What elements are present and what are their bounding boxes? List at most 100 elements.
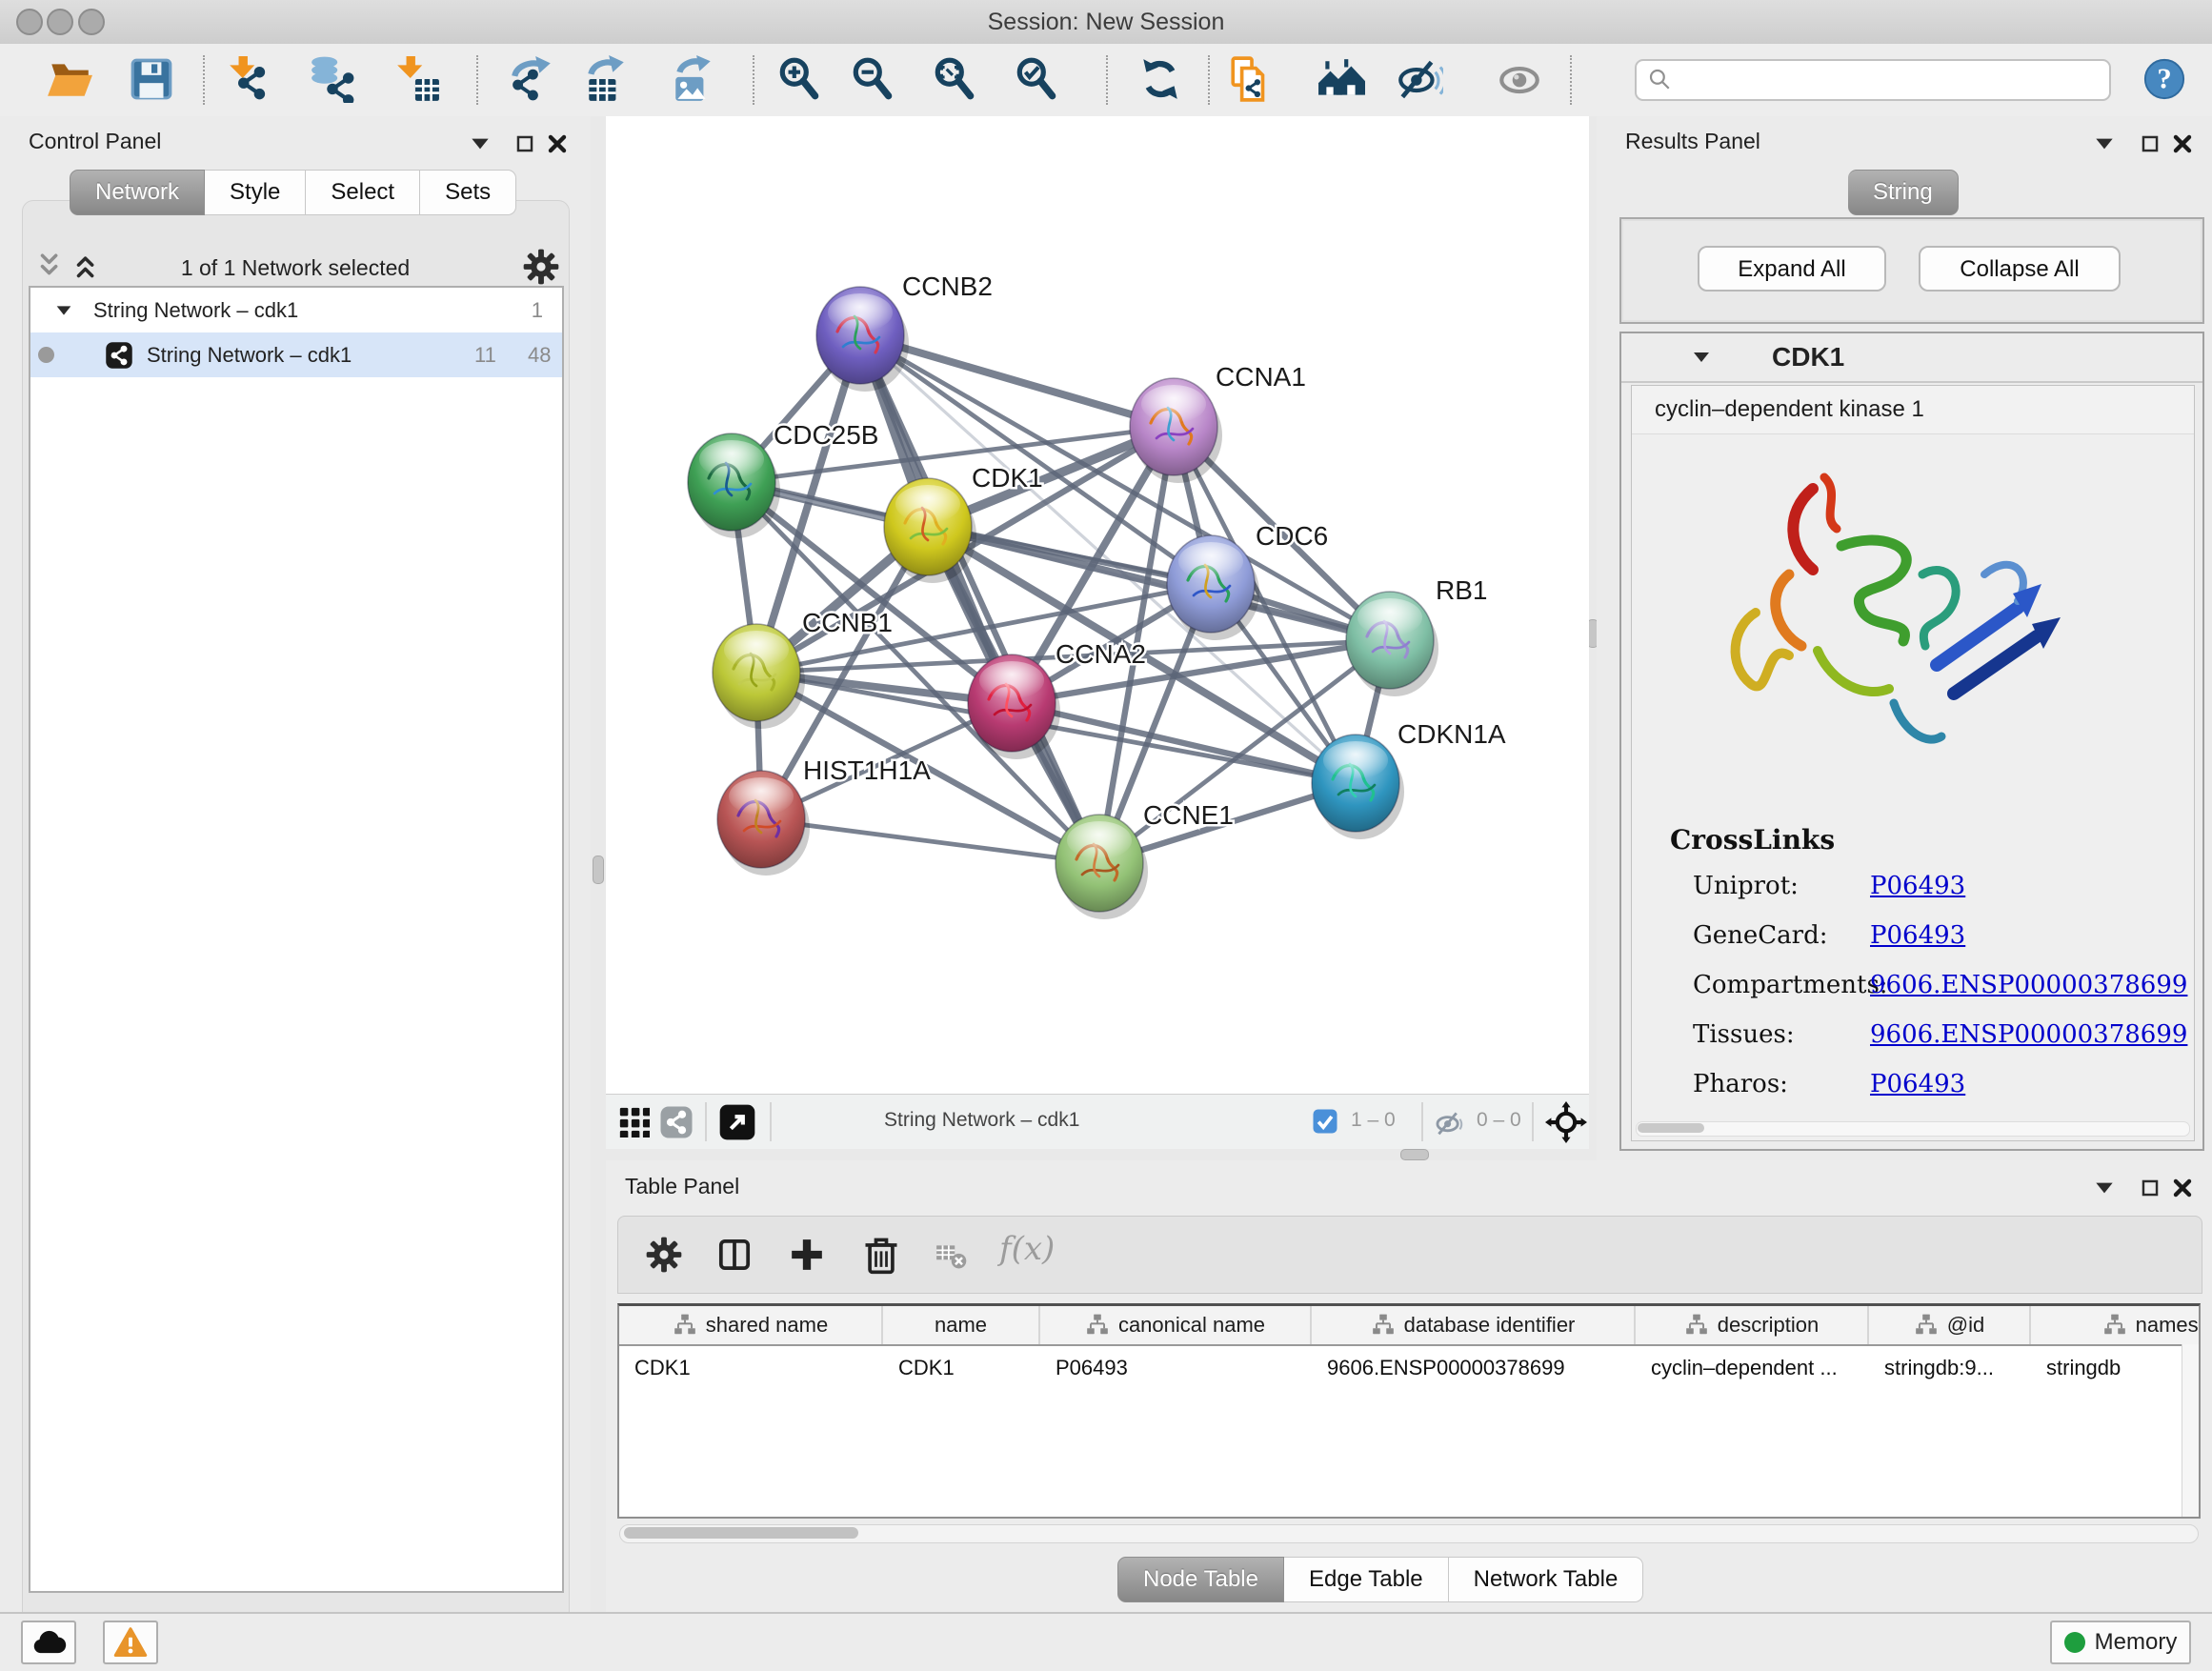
cloud-button[interactable] xyxy=(21,1621,76,1664)
zoom-fit-content-button[interactable] xyxy=(928,52,981,106)
table-vscrollbar[interactable] xyxy=(2182,1344,2199,1517)
crosslink-link[interactable]: P06493 xyxy=(1870,872,1965,900)
cloud-icon xyxy=(30,1624,67,1661)
expand-all-button[interactable]: Expand All xyxy=(1698,246,1886,292)
search-box[interactable] xyxy=(1635,59,2111,101)
column-header-description[interactable]: description xyxy=(1636,1306,1869,1344)
toolbar-separator xyxy=(753,55,754,105)
duplicate-network-button[interactable] xyxy=(1224,52,1277,106)
crosslink-link[interactable]: 9606.ENSP00000378699 xyxy=(1870,971,2187,999)
panel-float-icon[interactable] xyxy=(2136,1174,2164,1202)
column-header--id[interactable]: @id xyxy=(1869,1306,2031,1344)
tab-node-table[interactable]: Node Table xyxy=(1117,1557,1284,1602)
show-columns-icon[interactable] xyxy=(715,1236,754,1274)
export-image-button[interactable] xyxy=(667,52,720,106)
birds-eye-view-icon[interactable] xyxy=(617,1105,650,1137)
table-cell[interactable]: P06493 xyxy=(1040,1346,1312,1390)
panel-float-icon[interactable] xyxy=(2136,130,2164,158)
zoom-selected-button[interactable] xyxy=(1010,52,1063,106)
network-tree-parent-row[interactable]: String Network – cdk1 1 xyxy=(30,288,562,332)
column-header-database-identifier[interactable]: database identifier xyxy=(1312,1306,1636,1344)
search-input[interactable] xyxy=(1675,67,2109,93)
show-all-button[interactable] xyxy=(1493,52,1546,106)
panel-collapse-icon[interactable] xyxy=(466,130,494,158)
column-header-namespace[interactable]: namespace xyxy=(2031,1306,2201,1344)
crosslink-row: Compartments: xyxy=(1693,971,1888,999)
node-label-CDC6: CDC6 xyxy=(1256,521,1328,551)
crosshair-icon[interactable] xyxy=(1545,1101,1587,1143)
delete-column-icon[interactable] xyxy=(860,1234,902,1276)
splitter-grip[interactable] xyxy=(593,856,604,884)
create-column-icon[interactable] xyxy=(788,1236,826,1274)
import-network-from-file-button[interactable] xyxy=(223,52,276,106)
network-tree-child-row[interactable]: String Network – cdk1 11 48 xyxy=(30,332,562,377)
table-cell[interactable]: cyclin–dependent ... xyxy=(1636,1346,1869,1390)
tab-network[interactable]: Network xyxy=(70,170,205,215)
collapse-all-button[interactable]: Collapse All xyxy=(1919,246,2121,292)
hide-selected-button[interactable] xyxy=(1393,52,1446,106)
panel-float-icon[interactable] xyxy=(511,130,539,158)
gene-collapse-icon[interactable] xyxy=(1690,346,1713,369)
panel-close-icon[interactable] xyxy=(2168,1174,2197,1202)
column-header-name[interactable]: name xyxy=(883,1306,1040,1344)
tab-sets[interactable]: Sets xyxy=(420,170,516,215)
network-selected-status: 1 of 1 Network selected xyxy=(0,255,591,281)
apply-layout-button[interactable] xyxy=(1134,52,1187,106)
splitter-grip[interactable] xyxy=(1400,1149,1429,1160)
network-node-HIST1H1A xyxy=(717,771,810,876)
table-settings-gear-icon[interactable] xyxy=(645,1236,683,1274)
node-label-CCNB1: CCNB1 xyxy=(802,608,893,637)
home-icon xyxy=(1317,55,1365,103)
tree-expand-icon[interactable] xyxy=(53,300,74,321)
left-splitter[interactable] xyxy=(591,116,606,1612)
selected-checkbox-icon[interactable] xyxy=(1311,1107,1339,1136)
zoom-selected-icon xyxy=(1013,55,1060,103)
table-cell[interactable]: CDK1 xyxy=(883,1346,1040,1390)
crosslink-row: Uniprot: xyxy=(1693,872,1799,900)
export-table-button[interactable] xyxy=(579,52,633,106)
column-header-canonical-name[interactable]: canonical name xyxy=(1040,1306,1312,1344)
warnings-button[interactable] xyxy=(103,1621,158,1664)
node-label-CCNE1: CCNE1 xyxy=(1143,800,1234,830)
crosslink-link[interactable]: P06493 xyxy=(1870,1070,1965,1098)
import-table-from-file-button[interactable] xyxy=(391,52,444,106)
column-header-shared-name[interactable]: shared name xyxy=(619,1306,883,1344)
crosslink-link[interactable]: P06493 xyxy=(1870,921,1965,950)
export-network-button[interactable] xyxy=(506,52,559,106)
network-canvas[interactable]: CCNB2CCNA1CDC25BCDK1CDC6RB1CCNB1CCNA2CDK… xyxy=(606,116,1589,1094)
network-node-CDKN1A xyxy=(1312,735,1404,839)
gene-details: cyclin–dependent kinase 1 CrossLinks Uni… xyxy=(1631,385,2195,1141)
table-cell[interactable]: 9606.ENSP00000378699 xyxy=(1312,1346,1636,1390)
table-cell[interactable]: CDK1 xyxy=(619,1346,883,1390)
results-hscrollbar[interactable] xyxy=(1636,1121,2190,1137)
open-session-button[interactable] xyxy=(43,52,96,106)
panel-collapse-icon[interactable] xyxy=(2090,130,2119,158)
first-neighbors-button[interactable] xyxy=(1315,52,1368,106)
network-node-CDK1 xyxy=(884,478,976,583)
tab-string[interactable]: String xyxy=(1848,170,1959,215)
tab-network-table[interactable]: Network Table xyxy=(1449,1557,1644,1602)
panel-close-icon[interactable] xyxy=(2168,130,2197,158)
panel-collapse-icon[interactable] xyxy=(2090,1174,2119,1202)
panel-close-icon[interactable] xyxy=(543,130,572,158)
zoom-out-button[interactable] xyxy=(846,52,899,106)
detach-view-icon[interactable] xyxy=(718,1103,756,1141)
table-cell[interactable]: stringdb:9... xyxy=(1869,1346,2031,1390)
table-hscrollbar[interactable] xyxy=(619,1524,2199,1543)
gene-header[interactable]: CDK1 xyxy=(1621,333,2202,383)
tab-select[interactable]: Select xyxy=(306,170,420,215)
tab-style[interactable]: Style xyxy=(205,170,306,215)
network-options-gear-icon[interactable] xyxy=(522,248,560,286)
save-session-button[interactable] xyxy=(125,52,178,106)
table-cell[interactable]: stringdb xyxy=(2031,1346,2201,1390)
import-network-from-database-button[interactable] xyxy=(306,52,359,106)
zoom-in-button[interactable] xyxy=(773,52,826,106)
results-panel: Results Panel String Expand All Collapse… xyxy=(1597,116,2212,1160)
help-button[interactable]: ? xyxy=(2138,52,2191,106)
table-row[interactable]: CDK1CDK1P064939606.ENSP00000378699cyclin… xyxy=(619,1346,2199,1390)
toolbar-separator xyxy=(476,55,478,105)
tab-edge-table[interactable]: Edge Table xyxy=(1284,1557,1449,1602)
string-style-icon[interactable] xyxy=(659,1105,694,1139)
memory-button[interactable]: Memory xyxy=(2050,1621,2191,1664)
crosslink-link[interactable]: 9606.ENSP00000378699 xyxy=(1870,1020,2187,1049)
